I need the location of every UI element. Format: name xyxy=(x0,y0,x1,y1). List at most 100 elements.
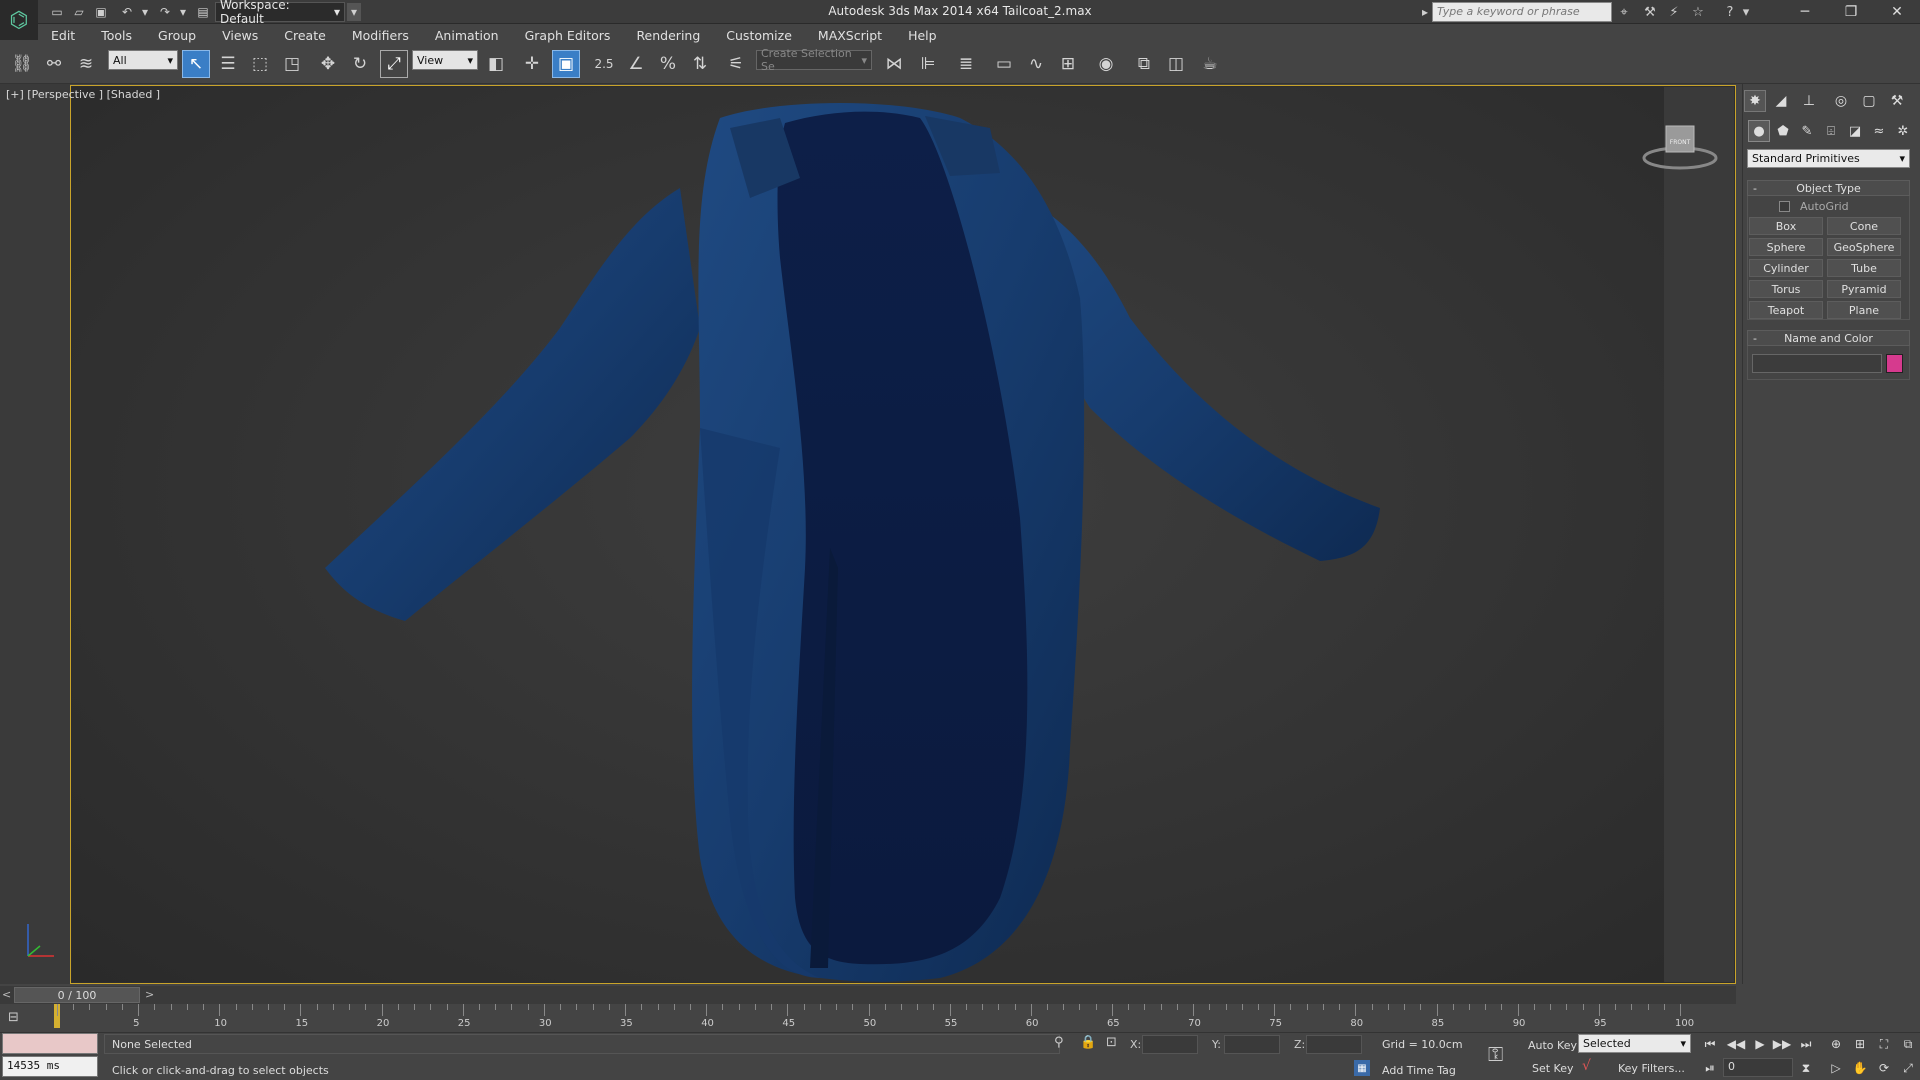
go-to-start-icon[interactable]: ⏮ xyxy=(1700,1034,1720,1054)
subscription-icon[interactable]: ⚒ xyxy=(1640,3,1660,21)
previous-frame-icon[interactable]: ◀◀ xyxy=(1726,1034,1746,1054)
menu-create[interactable]: Create xyxy=(271,28,339,43)
menu-maxscript[interactable]: MAXScript xyxy=(805,28,895,43)
object-type-rollout[interactable]: - Object Type xyxy=(1747,180,1910,196)
name-and-color-rollout[interactable]: - Name and Color xyxy=(1747,330,1910,346)
communication-center-icon[interactable]: ⚡ xyxy=(1664,3,1684,21)
time-slider-prev-button[interactable]: < xyxy=(2,988,11,1001)
shapes-category-icon[interactable]: ⬟ xyxy=(1772,120,1794,142)
move-icon[interactable]: ✥ xyxy=(314,50,342,78)
geosphere-button[interactable]: GeoSphere xyxy=(1827,238,1901,256)
help-icon[interactable]: ? xyxy=(1720,3,1740,21)
bind-space-warp-icon[interactable]: ≋ xyxy=(72,50,100,78)
help-dropdown-icon[interactable]: ▾ xyxy=(1740,3,1752,21)
maximize-viewport-icon[interactable]: ⤢ xyxy=(1898,1058,1918,1078)
spinner-snap-icon[interactable]: ⇅ xyxy=(686,50,714,78)
isolate-selection-icon[interactable]: ⚲ xyxy=(1054,1035,1064,1050)
set-key-button[interactable]: Set Key xyxy=(1532,1062,1574,1075)
pyramid-button[interactable]: Pyramid xyxy=(1827,280,1901,298)
redo-dropdown-icon[interactable]: ▾ xyxy=(174,3,192,21)
cylinder-button[interactable]: Cylinder xyxy=(1749,259,1823,277)
menu-graph-editors[interactable]: Graph Editors xyxy=(512,28,624,43)
field-of-view-icon[interactable]: ▷ xyxy=(1826,1058,1846,1078)
go-to-end-icon[interactable]: ⏭ xyxy=(1796,1034,1816,1054)
pivot-center-icon[interactable]: ◧ xyxy=(482,50,510,78)
key-filters-button[interactable]: Key Filters... xyxy=(1618,1062,1685,1075)
render-production-icon[interactable]: ☕ xyxy=(1196,50,1224,78)
hierarchy-tab-icon[interactable]: ⊥ xyxy=(1798,90,1820,112)
pan-view-icon[interactable]: ✋ xyxy=(1850,1058,1870,1078)
time-slider[interactable] xyxy=(0,986,1736,1004)
tube-button[interactable]: Tube xyxy=(1827,259,1901,277)
orbit-icon[interactable]: ⟳ xyxy=(1874,1058,1894,1078)
redo-icon[interactable]: ↷ xyxy=(156,3,174,21)
selection-lock-icon[interactable]: 🔒 xyxy=(1080,1035,1096,1050)
time-configuration-icon[interactable]: ⧗ xyxy=(1796,1058,1816,1078)
plane-button[interactable]: Plane xyxy=(1827,301,1901,319)
cone-button[interactable]: Cone xyxy=(1827,217,1901,235)
search-input[interactable]: Type a keyword or phrase xyxy=(1432,2,1612,22)
undo-dropdown-icon[interactable]: ▾ xyxy=(136,3,154,21)
undo-icon[interactable]: ↶ xyxy=(118,3,136,21)
box-button[interactable]: Box xyxy=(1749,217,1823,235)
reference-coordinate-dropdown[interactable]: View ▾ xyxy=(412,50,478,70)
cameras-category-icon[interactable]: ⌹ xyxy=(1820,120,1842,142)
binoculars-icon[interactable]: ⌖ xyxy=(1614,3,1634,21)
sphere-button[interactable]: Sphere xyxy=(1749,238,1823,256)
absolute-mode-icon[interactable]: ⊡ xyxy=(1106,1035,1117,1050)
snaps-toggle-icon[interactable]: 2.5 xyxy=(590,50,618,78)
layer-explorer-icon[interactable]: ≣ xyxy=(952,50,980,78)
menu-views[interactable]: Views xyxy=(209,28,271,43)
object-name-input[interactable] xyxy=(1752,354,1882,373)
restore-button[interactable]: ❐ xyxy=(1828,0,1874,24)
toggle-ribbon-icon[interactable]: ▭ xyxy=(990,50,1018,78)
helpers-category-icon[interactable]: ◪ xyxy=(1844,120,1866,142)
schematic-view-icon[interactable]: ⊞ xyxy=(1054,50,1082,78)
minimize-button[interactable]: ─ xyxy=(1782,0,1828,24)
tailcoat-model[interactable] xyxy=(300,98,1400,986)
primitive-category-dropdown[interactable]: Standard Primitives ▾ xyxy=(1747,149,1910,168)
next-frame-icon[interactable]: ▶▶ xyxy=(1772,1034,1792,1054)
window-crossing-icon[interactable]: ◳ xyxy=(278,50,306,78)
modify-tab-icon[interactable]: ◢ xyxy=(1770,90,1792,112)
z-coordinate-input[interactable] xyxy=(1306,1035,1362,1054)
play-icon[interactable]: ▶ xyxy=(1750,1034,1770,1054)
rectangular-selection-icon[interactable]: ⬚ xyxy=(246,50,274,78)
quick-access-customize-icon[interactable]: ▾ xyxy=(347,3,361,21)
menu-rendering[interactable]: Rendering xyxy=(623,28,713,43)
motion-tab-icon[interactable]: ◎ xyxy=(1830,90,1852,112)
curve-editor-icon[interactable]: ∿ xyxy=(1022,50,1050,78)
maxscript-listener-input[interactable] xyxy=(2,1033,98,1054)
viewcube[interactable]: FRONT xyxy=(1640,118,1720,178)
unlink-icon[interactable]: ⚯ xyxy=(40,50,68,78)
utilities-tab-icon[interactable]: ⚒ xyxy=(1886,90,1908,112)
menu-tools[interactable]: Tools xyxy=(88,28,145,43)
current-frame-input[interactable]: 0 xyxy=(1723,1058,1793,1077)
zoom-all-icon[interactable]: ⊞ xyxy=(1850,1034,1870,1054)
menu-edit[interactable]: Edit xyxy=(38,28,88,43)
menu-group[interactable]: Group xyxy=(145,28,209,43)
selection-filter-dropdown[interactable]: All ▾ xyxy=(108,50,178,70)
auto-key-button[interactable]: Auto Key xyxy=(1528,1039,1577,1052)
torus-button[interactable]: Torus xyxy=(1749,280,1823,298)
time-tag-icon[interactable]: ▦ xyxy=(1354,1060,1370,1076)
application-menu-button[interactable]: ⌬ xyxy=(0,0,38,40)
save-file-icon[interactable]: ▣ xyxy=(92,3,110,21)
select-manipulate-icon[interactable]: ✛ xyxy=(518,50,546,78)
create-tab-icon[interactable]: ✸ xyxy=(1744,90,1766,112)
time-slider-next-button[interactable]: > xyxy=(145,988,154,1001)
workspace-dropdown[interactable]: Workspace: Default ▾ xyxy=(215,0,345,26)
menu-customize[interactable]: Customize xyxy=(713,28,805,43)
lights-category-icon[interactable]: ✎ xyxy=(1796,120,1818,142)
angle-snap-icon[interactable]: ∠ xyxy=(622,50,650,78)
percent-snap-icon[interactable]: % xyxy=(654,50,682,78)
zoom-icon[interactable]: ⊕ xyxy=(1826,1034,1846,1054)
zoom-extents-icon[interactable]: ⛶ xyxy=(1874,1034,1894,1054)
maxscript-output[interactable]: 14535 ms xyxy=(2,1056,98,1077)
track-bar-toggle-icon[interactable]: ⊟ xyxy=(8,1010,36,1028)
x-coordinate-input[interactable] xyxy=(1142,1035,1198,1054)
open-file-icon[interactable]: ▱ xyxy=(70,3,88,21)
systems-category-icon[interactable]: ✲ xyxy=(1892,120,1914,142)
key-selection-dropdown[interactable]: Selected ▾ xyxy=(1578,1034,1691,1053)
select-by-name-icon[interactable]: ☰ xyxy=(214,50,242,78)
